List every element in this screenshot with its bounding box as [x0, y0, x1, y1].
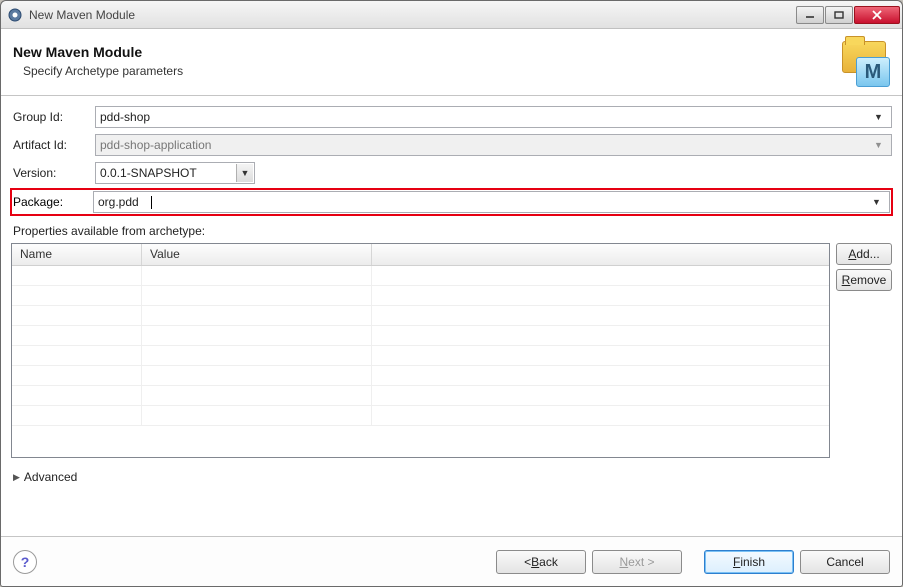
- app-icon: [7, 7, 23, 23]
- maximize-button[interactable]: [825, 6, 853, 24]
- package-input[interactable]: [98, 195, 150, 209]
- table-body[interactable]: [12, 266, 829, 457]
- advanced-label: Advanced: [24, 470, 77, 484]
- chevron-down-icon[interactable]: ▼: [236, 164, 253, 182]
- cancel-button[interactable]: Cancel: [800, 550, 890, 574]
- version-combo[interactable]: ▼: [95, 162, 255, 184]
- artifact-id-combo: ▼: [95, 134, 892, 156]
- artifact-id-label: Artifact Id:: [11, 138, 93, 152]
- wizard-footer: ? < Back Next > Finish Cancel: [1, 536, 902, 586]
- table-row[interactable]: [12, 386, 829, 406]
- properties-table[interactable]: Name Value: [11, 243, 830, 458]
- advanced-expander[interactable]: ▶ Advanced: [11, 460, 892, 486]
- package-row-highlighted: Package: ▼: [10, 188, 893, 216]
- page-description: Specify Archetype parameters: [13, 64, 183, 78]
- group-id-input[interactable]: [100, 110, 887, 124]
- table-row[interactable]: [12, 346, 829, 366]
- table-row[interactable]: [12, 406, 829, 426]
- version-label: Version:: [11, 166, 93, 180]
- chevron-down-icon[interactable]: ▼: [868, 193, 885, 211]
- chevron-down-icon[interactable]: ▼: [870, 108, 887, 126]
- wizard-header: New Maven Module Specify Archetype param…: [1, 29, 902, 96]
- package-label: Package:: [13, 195, 93, 209]
- remove-button[interactable]: Remove: [836, 269, 892, 291]
- column-header-spacer: [372, 244, 829, 265]
- window-controls: [796, 6, 902, 24]
- page-title: New Maven Module: [13, 44, 183, 60]
- close-button[interactable]: [854, 6, 900, 24]
- version-input[interactable]: [100, 166, 250, 180]
- group-id-row: Group Id: ▼: [11, 104, 892, 130]
- dialog-window: New Maven Module New Maven Module Specif…: [0, 0, 903, 587]
- titlebar[interactable]: New Maven Module: [1, 1, 902, 29]
- properties-area: Name Value Add... Remove: [11, 243, 892, 458]
- back-button[interactable]: < Back: [496, 550, 586, 574]
- window-title: New Maven Module: [29, 8, 135, 22]
- content-area: Group Id: ▼ Artifact Id: ▼ Version: ▼ Pa…: [1, 96, 902, 536]
- help-button[interactable]: ?: [13, 550, 37, 574]
- maven-banner-icon: M: [840, 37, 888, 85]
- column-header-value[interactable]: Value: [142, 244, 372, 265]
- table-row[interactable]: [12, 326, 829, 346]
- table-header: Name Value: [12, 244, 829, 266]
- package-combo[interactable]: ▼: [93, 191, 890, 213]
- group-id-label: Group Id:: [11, 110, 93, 124]
- table-row[interactable]: [12, 366, 829, 386]
- next-button: Next >: [592, 550, 682, 574]
- minimize-button[interactable]: [796, 6, 824, 24]
- triangle-right-icon: ▶: [13, 472, 20, 483]
- text-cursor: [151, 196, 152, 209]
- table-row[interactable]: [12, 286, 829, 306]
- artifact-id-input: [100, 138, 887, 152]
- column-header-name[interactable]: Name: [12, 244, 142, 265]
- table-row[interactable]: [12, 306, 829, 326]
- group-id-combo[interactable]: ▼: [95, 106, 892, 128]
- properties-section-label: Properties available from archetype:: [11, 218, 892, 241]
- table-side-buttons: Add... Remove: [836, 243, 892, 458]
- finish-button[interactable]: Finish: [704, 550, 794, 574]
- table-row[interactable]: [12, 266, 829, 286]
- artifact-id-row: Artifact Id: ▼: [11, 132, 892, 158]
- chevron-down-icon: ▼: [870, 136, 887, 154]
- version-row: Version: ▼: [11, 160, 892, 186]
- add-button[interactable]: Add...: [836, 243, 892, 265]
